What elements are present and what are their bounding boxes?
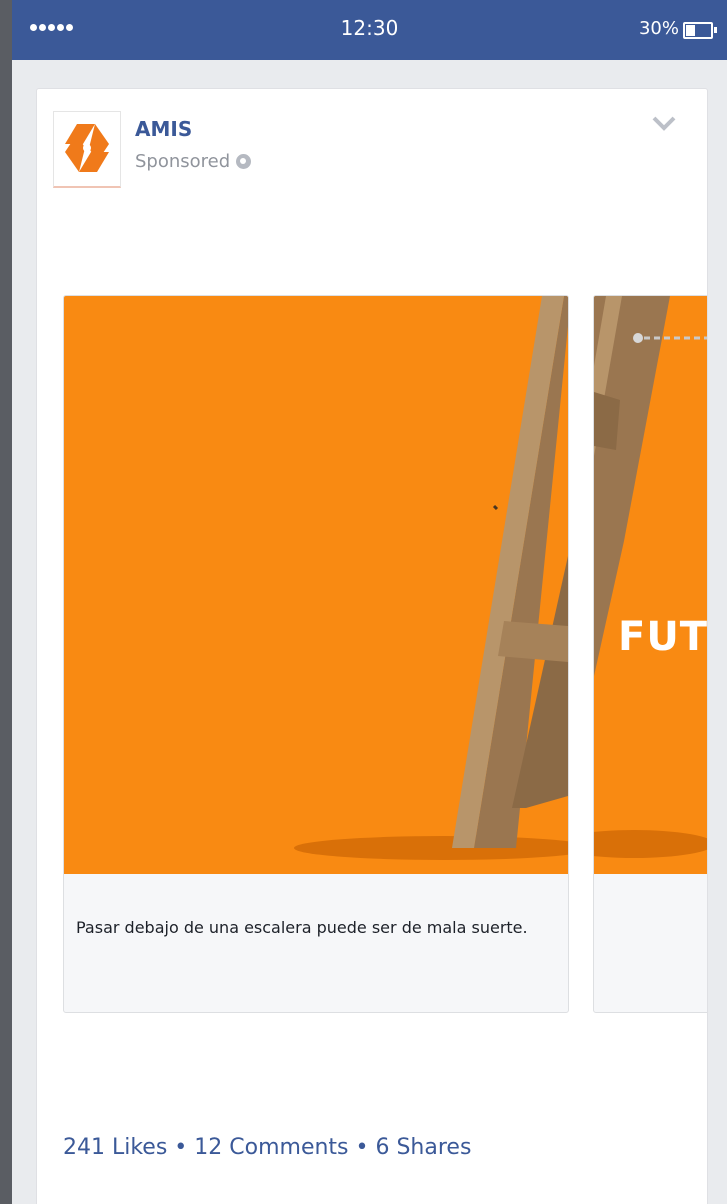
carousel-card[interactable]: Pasar debajo de una escalera puede ser d… [63, 295, 569, 1013]
ladder-chain-image: N FUTU [594, 296, 707, 874]
ladder-image [64, 296, 568, 874]
globe-icon [236, 154, 252, 169]
amis-logo [65, 124, 109, 172]
page-name[interactable]: AMIS [135, 117, 192, 141]
phone-screen: 12:30 30% AMIS Sponsored Pasar debajo de… [12, 0, 727, 1204]
carousel-card[interactable]: N FUTU [593, 295, 707, 1013]
sponsored-post: AMIS Sponsored Pasar debajo de una escal… [36, 88, 708, 1204]
sponsored-label: Sponsored [135, 151, 231, 172]
engagement-stats[interactable]: 241 Likes • 12 Comments • 6 Shares [63, 1135, 471, 1160]
card-caption: Pasar debajo de una escalera puede ser d… [76, 918, 528, 937]
battery-icon [683, 22, 717, 39]
sponsored-line: Sponsored [135, 151, 252, 172]
status-time: 12:30 [340, 16, 399, 40]
page-avatar[interactable] [53, 111, 121, 188]
status-bar: 12:30 30% [12, 0, 727, 60]
partial-headline-bottom: FUTU [618, 614, 707, 660]
ad-carousel[interactable]: Pasar debajo de una escalera puede ser d… [63, 295, 707, 1013]
battery-percent: 30% [638, 18, 679, 39]
chevron-down-icon[interactable] [651, 113, 677, 133]
